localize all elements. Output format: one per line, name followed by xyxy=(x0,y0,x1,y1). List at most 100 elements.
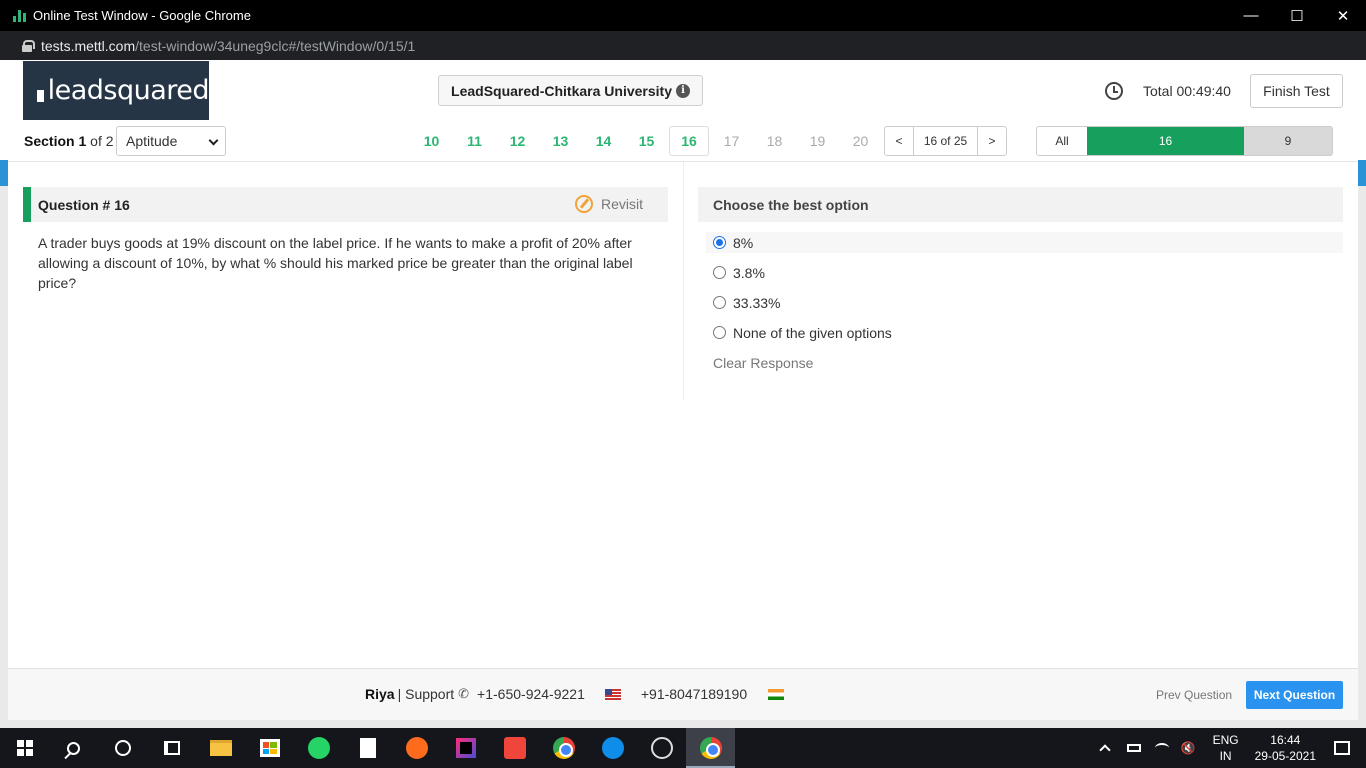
section-dropdown[interactable]: Aptitude xyxy=(116,126,226,156)
prev-question-button[interactable]: Prev Question xyxy=(1156,688,1232,702)
sublime-button[interactable] xyxy=(392,728,441,768)
battery-icon[interactable] xyxy=(1126,744,1141,752)
document-button[interactable] xyxy=(343,728,392,768)
address-bar[interactable]: tests.mettl.com/test-window/34uneg9clc#/… xyxy=(0,31,1366,60)
volume-muted-icon[interactable]: 🔇 xyxy=(1181,741,1197,755)
url-domain: tests.mettl.com xyxy=(41,37,136,54)
question-nav-item[interactable]: 15 xyxy=(625,126,668,156)
question-nav-item[interactable]: 13 xyxy=(539,126,582,156)
document-icon xyxy=(359,738,376,758)
url-text[interactable]: tests.mettl.com/test-window/34uneg9clc#/… xyxy=(41,38,415,54)
question-nav-item[interactable]: 14 xyxy=(582,126,625,156)
finish-test-button[interactable]: Finish Test xyxy=(1250,74,1343,108)
logo-mark-icon xyxy=(37,79,47,102)
clear-response-link[interactable]: Clear Response xyxy=(713,355,813,371)
mettl-app-icon xyxy=(13,9,27,22)
india-flag-icon xyxy=(768,688,785,700)
question-nav-item[interactable]: 12 xyxy=(496,126,539,156)
wifi-icon[interactable] xyxy=(1154,743,1169,753)
sublime-text-icon xyxy=(405,737,428,759)
whatsapp-icon xyxy=(307,737,330,759)
option-item[interactable]: 8% xyxy=(706,232,1343,253)
system-tray: 🔇 ENG IN 16:44 29-05-2021 xyxy=(1091,728,1366,768)
pager-prev-button[interactable]: < xyxy=(885,127,913,155)
lang-top: ENG xyxy=(1212,733,1239,747)
browser-title-bar: Online Test Window - Google Chrome — ☐ ✕ xyxy=(0,0,1366,31)
chrome-active-button[interactable] xyxy=(686,728,735,768)
close-icon[interactable]: ✕ xyxy=(1320,0,1366,31)
gitkraken-button[interactable] xyxy=(490,728,539,768)
pager-next-button[interactable]: > xyxy=(978,127,1006,155)
chrome-button[interactable] xyxy=(539,728,588,768)
question-nav-item[interactable]: 11 xyxy=(453,126,496,156)
option-item[interactable]: None of the given options xyxy=(706,322,1343,343)
store-icon xyxy=(259,739,280,757)
window-controls: — ☐ ✕ xyxy=(1228,0,1366,31)
question-nav-item[interactable]: 18 xyxy=(753,126,796,156)
filter-all-button[interactable]: All xyxy=(1037,127,1087,155)
revisit-label: Revisit xyxy=(600,196,643,212)
us-flag-icon xyxy=(604,688,621,700)
option-label: None of the given options xyxy=(733,324,892,341)
section-of-text: of 2 xyxy=(90,133,114,149)
chrome-icon xyxy=(552,737,575,759)
maximize-icon[interactable]: ☐ xyxy=(1274,0,1320,31)
question-nav-item-current[interactable]: 16 xyxy=(669,126,709,156)
filter-remaining-count[interactable]: 9 xyxy=(1244,127,1332,155)
task-view-button[interactable] xyxy=(147,728,196,768)
page-frame-left xyxy=(0,186,8,728)
total-timer: Total 00:49:40 xyxy=(1143,83,1231,99)
radio-button[interactable] xyxy=(713,236,726,249)
intellij-button[interactable] xyxy=(441,728,490,768)
notification-icon[interactable] xyxy=(1334,741,1350,755)
question-filter-bar: All 16 9 xyxy=(1036,126,1333,156)
question-number-nav: 10 11 12 13 14 15 16 17 18 19 20 xyxy=(410,126,882,156)
question-pager: < 16 of 25 > xyxy=(884,126,1007,156)
taskbar-time: 16:44 xyxy=(1270,733,1301,747)
pager-count: 16 of 25 xyxy=(913,127,978,155)
radio-button[interactable] xyxy=(713,326,726,339)
revisit-button[interactable]: Revisit xyxy=(574,195,643,213)
page-frame-accent-right xyxy=(1358,160,1366,186)
start-button[interactable] xyxy=(0,728,49,768)
url-path: /test-window/34uneg9clc#/testWindow/0/15… xyxy=(135,37,416,54)
whatsapp-button[interactable] xyxy=(294,728,343,768)
minimize-icon[interactable]: — xyxy=(1228,0,1274,31)
gitkraken-icon xyxy=(503,737,526,759)
windows-logo-icon xyxy=(16,740,33,756)
page-frame-right xyxy=(1358,186,1366,728)
logo-text: leadsquared xyxy=(47,75,210,106)
question-nav-item[interactable]: 19 xyxy=(796,126,839,156)
page-frame-bottom xyxy=(0,720,1366,728)
language-indicator[interactable]: ENG IN xyxy=(1213,732,1239,764)
taskbar-clock[interactable]: 16:44 29-05-2021 xyxy=(1255,732,1316,764)
question-title: Question # 16 xyxy=(38,196,130,213)
radio-button[interactable] xyxy=(713,296,726,309)
search-button[interactable] xyxy=(49,728,98,768)
file-explorer-button[interactable] xyxy=(196,728,245,768)
option-label: 3.8% xyxy=(733,264,765,281)
radio-button[interactable] xyxy=(713,266,726,279)
next-question-button[interactable]: Next Question xyxy=(1246,681,1343,709)
teamviewer-button[interactable] xyxy=(588,728,637,768)
cortana-button[interactable] xyxy=(98,728,147,768)
question-nav-item[interactable]: 10 xyxy=(410,126,453,156)
info-icon[interactable]: i xyxy=(675,83,690,98)
window-title: Online Test Window - Google Chrome xyxy=(33,8,251,23)
question-nav-item[interactable]: 20 xyxy=(839,126,882,156)
revisit-icon xyxy=(574,195,593,213)
support-info: Riya | Support ✆ +1-650-924-9221 +91-804… xyxy=(365,686,785,702)
obs-button[interactable] xyxy=(637,728,686,768)
windows-taskbar: 🔇 ENG IN 16:44 29-05-2021 xyxy=(0,728,1366,768)
search-icon xyxy=(67,741,80,755)
support-label: | Support xyxy=(397,686,455,702)
option-item[interactable]: 3.8% xyxy=(706,262,1343,283)
cortana-icon xyxy=(114,740,131,756)
test-name: LeadSquared-Chitkara University xyxy=(451,82,672,99)
chevron-up-icon[interactable] xyxy=(1098,744,1111,756)
option-item[interactable]: 33.33% xyxy=(706,292,1343,313)
store-button[interactable] xyxy=(245,728,294,768)
filter-answered-count[interactable]: 16 xyxy=(1087,127,1244,155)
option-label: 8% xyxy=(733,234,754,251)
question-nav-item[interactable]: 17 xyxy=(710,126,753,156)
